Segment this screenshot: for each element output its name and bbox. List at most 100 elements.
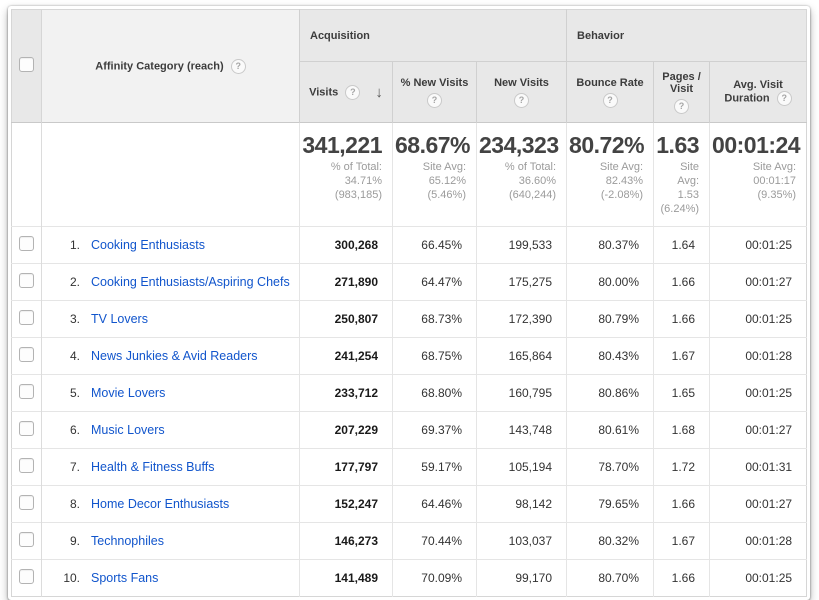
column-header-avg-visit-duration[interactable]: Avg. Visit Duration ? bbox=[710, 62, 807, 123]
cell-pct-new-visits: 59.17% bbox=[393, 449, 477, 486]
cell-bounce-rate: 80.32% bbox=[567, 523, 654, 560]
cell-new-visits: 99,170 bbox=[477, 560, 567, 597]
row-rank: 9. bbox=[56, 534, 80, 548]
cell-pct-new-visits: 68.80% bbox=[393, 375, 477, 412]
help-icon[interactable]: ? bbox=[603, 93, 618, 108]
cell-pct-new-visits: 64.47% bbox=[393, 264, 477, 301]
table-row: 3. TV Lovers 250,807 68.73% 172,390 80.79… bbox=[12, 301, 807, 338]
category-link[interactable]: Music Lovers bbox=[91, 423, 165, 437]
cell-bounce-rate: 78.70% bbox=[567, 449, 654, 486]
row-checkbox[interactable] bbox=[19, 495, 34, 510]
cell-pages-per-visit: 1.66 bbox=[654, 264, 710, 301]
row-checkbox[interactable] bbox=[19, 384, 34, 399]
help-icon[interactable]: ? bbox=[514, 93, 529, 108]
column-header-new-visits[interactable]: New Visits ? bbox=[477, 62, 567, 123]
category-link[interactable]: Cooking Enthusiasts/Aspiring Chefs bbox=[91, 275, 290, 289]
totals-row: 341,221 % of Total: 34.71% (983,185) 68.… bbox=[12, 123, 807, 227]
cell-pct-new-visits: 68.73% bbox=[393, 301, 477, 338]
category-link[interactable]: TV Lovers bbox=[91, 312, 148, 326]
total-avg-visit-duration: 00:01:24 Site Avg: 00:01:17 (9.35%) bbox=[710, 123, 807, 227]
total-pages-per-visit-sub-delta: (6.24%) bbox=[656, 202, 699, 216]
column-header-visits[interactable]: Visits ? ↓ bbox=[300, 62, 393, 123]
category-link[interactable]: Technophiles bbox=[91, 534, 164, 548]
group-header-behavior-label: Behavior bbox=[577, 30, 624, 42]
cell-pct-new-visits: 70.44% bbox=[393, 523, 477, 560]
table-row: 7.Health & Fitness Buffs 177,797 59.17% … bbox=[12, 449, 807, 486]
cell-new-visits: 160,795 bbox=[477, 375, 567, 412]
new-visits-header-label: New Visits bbox=[494, 77, 549, 89]
cell-bounce-rate: 80.61% bbox=[567, 412, 654, 449]
row-rank: 3. bbox=[56, 312, 80, 326]
total-pct-new-visits-sub-value: 65.12% bbox=[395, 174, 466, 188]
cell-pages-per-visit: 1.64 bbox=[654, 227, 710, 264]
help-icon[interactable]: ? bbox=[674, 99, 689, 114]
total-bounce-rate-value: 80.72% bbox=[569, 132, 643, 158]
row-checkbox[interactable] bbox=[19, 236, 34, 251]
select-all-checkbox[interactable] bbox=[19, 57, 34, 72]
cell-visits: 241,254 bbox=[300, 338, 393, 375]
total-pct-new-visits-value: 68.67% bbox=[395, 132, 466, 158]
column-header-pct-new-visits[interactable]: % New Visits ? bbox=[393, 62, 477, 123]
cell-bounce-rate: 80.37% bbox=[567, 227, 654, 264]
category-link[interactable]: Movie Lovers bbox=[91, 386, 165, 400]
help-icon[interactable]: ? bbox=[427, 93, 442, 108]
row-checkbox[interactable] bbox=[19, 347, 34, 362]
column-header-pages-per-visit[interactable]: Pages / Visit ? bbox=[654, 62, 710, 123]
visits-header-label: Visits bbox=[309, 86, 338, 98]
cell-pages-per-visit: 1.68 bbox=[654, 412, 710, 449]
row-checkbox[interactable] bbox=[19, 458, 34, 473]
cell-pct-new-visits: 66.45% bbox=[393, 227, 477, 264]
cell-new-visits: 165,864 bbox=[477, 338, 567, 375]
cell-pages-per-visit: 1.67 bbox=[654, 523, 710, 560]
row-rank: 4. bbox=[56, 349, 80, 363]
cell-avg-duration: 00:01:31 bbox=[710, 449, 807, 486]
table-row: 9.Technophiles 146,273 70.44% 103,037 80… bbox=[12, 523, 807, 560]
table-row: 4.News Junkies & Avid Readers 241,254 68… bbox=[12, 338, 807, 375]
row-checkbox[interactable] bbox=[19, 532, 34, 547]
category-link[interactable]: Cooking Enthusiasts bbox=[91, 238, 205, 252]
total-avg-visit-duration-sub-label: Site Avg: bbox=[712, 160, 796, 174]
row-rank: 6. bbox=[56, 423, 80, 437]
category-link[interactable]: Health & Fitness Buffs bbox=[91, 460, 214, 474]
cell-bounce-rate: 80.70% bbox=[567, 560, 654, 597]
cell-bounce-rate: 80.79% bbox=[567, 301, 654, 338]
avg-visit-duration-header-label: Avg. Visit Duration bbox=[724, 79, 782, 104]
cell-new-visits: 172,390 bbox=[477, 301, 567, 338]
category-link[interactable]: Home Decor Enthusiasts bbox=[91, 497, 229, 511]
row-rank: 1. bbox=[56, 238, 80, 252]
cell-new-visits: 175,275 bbox=[477, 264, 567, 301]
sort-descending-icon[interactable]: ↓ bbox=[375, 84, 383, 101]
column-header-bounce-rate[interactable]: Bounce Rate ? bbox=[567, 62, 654, 123]
cell-bounce-rate: 80.86% bbox=[567, 375, 654, 412]
cell-new-visits: 143,748 bbox=[477, 412, 567, 449]
column-header-affinity-category[interactable]: Affinity Category (reach) ? bbox=[42, 10, 300, 123]
row-checkbox[interactable] bbox=[19, 273, 34, 288]
totals-category-spacer bbox=[42, 123, 300, 227]
total-new-visits: 234,323 % of Total: 36.60% (640,244) bbox=[477, 123, 567, 227]
row-checkbox[interactable] bbox=[19, 421, 34, 436]
category-link[interactable]: Sports Fans bbox=[91, 571, 158, 585]
table-row: 5. Movie Lovers 233,712 68.80% 160,795 80… bbox=[12, 375, 807, 412]
cell-avg-duration: 00:01:27 bbox=[710, 486, 807, 523]
total-pages-per-visit: 1.63 Site Avg: 1.53 (6.24%) bbox=[654, 123, 710, 227]
total-visits-value: 341,221 bbox=[302, 132, 382, 158]
help-icon[interactable]: ? bbox=[345, 85, 360, 100]
row-rank: 5. bbox=[56, 386, 80, 400]
help-icon[interactable]: ? bbox=[777, 91, 792, 106]
analytics-table-panel: Affinity Category (reach) ? Acquisition … bbox=[8, 6, 810, 600]
cell-pages-per-visit: 1.72 bbox=[654, 449, 710, 486]
cell-visits: 233,712 bbox=[300, 375, 393, 412]
row-rank: 2. bbox=[56, 275, 80, 289]
cell-visits: 207,229 bbox=[300, 412, 393, 449]
table-row: 6.Music Lovers 207,229 69.37% 143,748 80… bbox=[12, 412, 807, 449]
cell-visits: 250,807 bbox=[300, 301, 393, 338]
cell-avg-duration: 00:01:27 bbox=[710, 412, 807, 449]
help-icon[interactable]: ? bbox=[231, 59, 246, 74]
category-link[interactable]: News Junkies & Avid Readers bbox=[91, 349, 258, 363]
pct-new-visits-header-label: % New Visits bbox=[401, 77, 469, 89]
total-bounce-rate-sub-delta: (-2.08%) bbox=[569, 188, 643, 202]
cell-pages-per-visit: 1.66 bbox=[654, 486, 710, 523]
row-checkbox[interactable] bbox=[19, 310, 34, 325]
cell-visits: 152,247 bbox=[300, 486, 393, 523]
total-pct-new-visits-sub-delta: (5.46%) bbox=[395, 188, 466, 202]
